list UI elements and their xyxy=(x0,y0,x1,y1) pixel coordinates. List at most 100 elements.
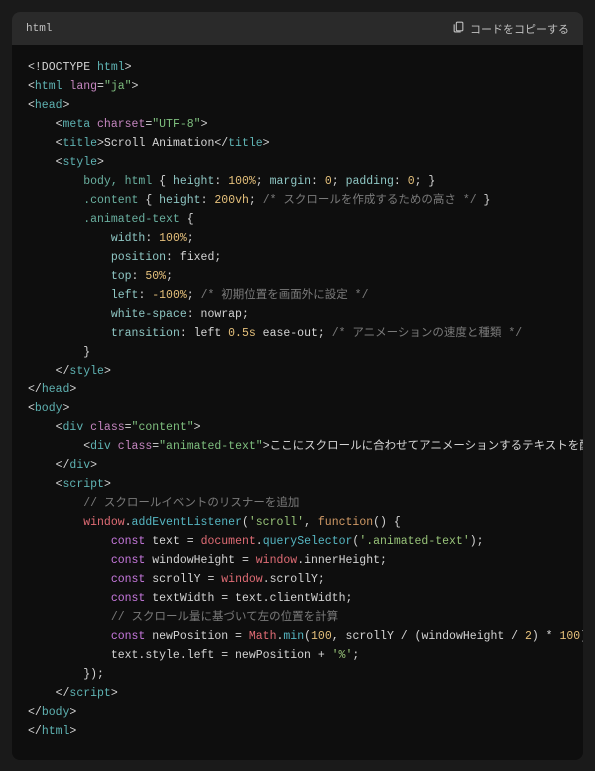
code-token: '%' xyxy=(332,649,353,662)
code-token: > xyxy=(63,402,70,415)
copy-button-label: コードをコピーする xyxy=(470,21,569,37)
code-token: : xyxy=(138,289,152,302)
code-token: height xyxy=(173,175,214,188)
code-token: < xyxy=(28,118,63,131)
code-token xyxy=(28,630,111,643)
code-token: ( xyxy=(242,516,249,529)
code-token: lang xyxy=(69,80,97,93)
code-token: "animated-text" xyxy=(159,440,263,453)
code-token: ) * xyxy=(532,630,560,643)
code-token: const xyxy=(111,573,146,586)
code-token: -100% xyxy=(152,289,187,302)
code-token: : xyxy=(201,194,215,207)
code-token: addEventListener xyxy=(132,516,242,529)
code-token: </ xyxy=(28,687,69,700)
code-token: 100 xyxy=(311,630,332,643)
code-token: html xyxy=(42,725,70,738)
code-token xyxy=(28,592,111,605)
code-token: .content xyxy=(83,194,138,207)
code-token: function xyxy=(318,516,373,529)
code-token: </ xyxy=(28,365,69,378)
code-token: 200vh xyxy=(214,194,249,207)
code-token: "content" xyxy=(132,421,194,434)
code-token: ; } xyxy=(415,175,436,188)
code-token: > xyxy=(263,137,270,150)
code-token xyxy=(28,516,83,529)
code-token: 0 xyxy=(408,175,415,188)
code-token: > xyxy=(104,478,111,491)
code-token: transition xyxy=(111,327,180,340)
code-token: const xyxy=(111,630,146,643)
code-token: < xyxy=(28,440,90,453)
code-token: : xyxy=(132,270,146,283)
code-token: > xyxy=(69,383,76,396)
code-token: newPosition = xyxy=(145,630,249,643)
code-token: div xyxy=(63,421,91,434)
code-token: ; xyxy=(352,649,359,662)
code-token: 0 xyxy=(325,175,332,188)
code-token: < xyxy=(28,402,35,415)
code-content[interactable]: <!DOCTYPE html> <html lang="ja"> <head> … xyxy=(12,45,583,760)
code-token: "UTF-8" xyxy=(152,118,200,131)
code-token: </ xyxy=(28,706,42,719)
code-token: charset xyxy=(97,118,145,131)
code-token: 100% xyxy=(228,175,256,188)
code-token: > xyxy=(132,80,139,93)
code-token: > xyxy=(90,459,97,472)
code-token: < xyxy=(28,99,35,112)
code-token: style xyxy=(69,365,104,378)
code-token: > xyxy=(97,156,104,169)
code-token: ease-out; xyxy=(256,327,332,340)
code-token: ; xyxy=(187,289,201,302)
code-token xyxy=(28,232,111,245)
code-token: } xyxy=(477,194,491,207)
code-token: : xyxy=(394,175,408,188)
code-token: /* 初期位置を画面外に設定 */ xyxy=(201,289,369,302)
code-token: title xyxy=(63,137,98,150)
code-token: html xyxy=(35,80,70,93)
code-token: ; xyxy=(249,194,263,207)
code-token: title xyxy=(228,137,263,150)
code-token: 2 xyxy=(525,630,532,643)
code-token: head xyxy=(35,99,63,112)
code-token: > xyxy=(111,687,118,700)
code-token xyxy=(28,554,111,567)
code-token: , scrollY / (windowHeight / xyxy=(332,630,525,643)
code-token: () { xyxy=(373,516,401,529)
code-token xyxy=(28,289,111,302)
code-token: white-space xyxy=(111,308,187,321)
code-token: windowHeight = xyxy=(145,554,255,567)
code-block-header: html コードをコピーする xyxy=(12,12,583,45)
code-token: querySelector xyxy=(263,535,353,548)
code-token: body, html xyxy=(83,175,152,188)
code-token: window xyxy=(256,554,297,567)
code-token: ); xyxy=(470,535,484,548)
code-token: '.animated-text' xyxy=(359,535,469,548)
code-token: > xyxy=(125,61,132,74)
code-token: < xyxy=(28,137,63,150)
code-token: .innerHeight; xyxy=(297,554,387,567)
code-token: text = xyxy=(145,535,200,548)
code-token: .scrollY; xyxy=(263,573,325,586)
code-token: ; xyxy=(187,232,194,245)
code-token: = xyxy=(97,80,104,93)
code-token: textWidth = text.clientWidth; xyxy=(145,592,352,605)
code-token: } xyxy=(28,346,90,359)
code-token: 50% xyxy=(145,270,166,283)
code-token: window xyxy=(83,516,124,529)
code-token xyxy=(28,194,83,207)
code-token: margin xyxy=(270,175,311,188)
code-token: const xyxy=(111,554,146,567)
code-token: > xyxy=(194,421,201,434)
code-token: { xyxy=(152,175,173,188)
code-token: const xyxy=(111,535,146,548)
code-token: < xyxy=(28,156,63,169)
code-token: >ここにスクロールに合わせてアニメーションするテキストを配置</ xyxy=(263,440,583,453)
code-token: . xyxy=(125,516,132,529)
code-token: { xyxy=(180,213,194,226)
code-token: Math xyxy=(249,630,277,643)
code-token: >Scroll Animation</ xyxy=(97,137,228,150)
code-token: </ xyxy=(28,383,42,396)
code-token xyxy=(28,573,111,586)
copy-button[interactable]: コードをコピーする xyxy=(452,20,569,37)
